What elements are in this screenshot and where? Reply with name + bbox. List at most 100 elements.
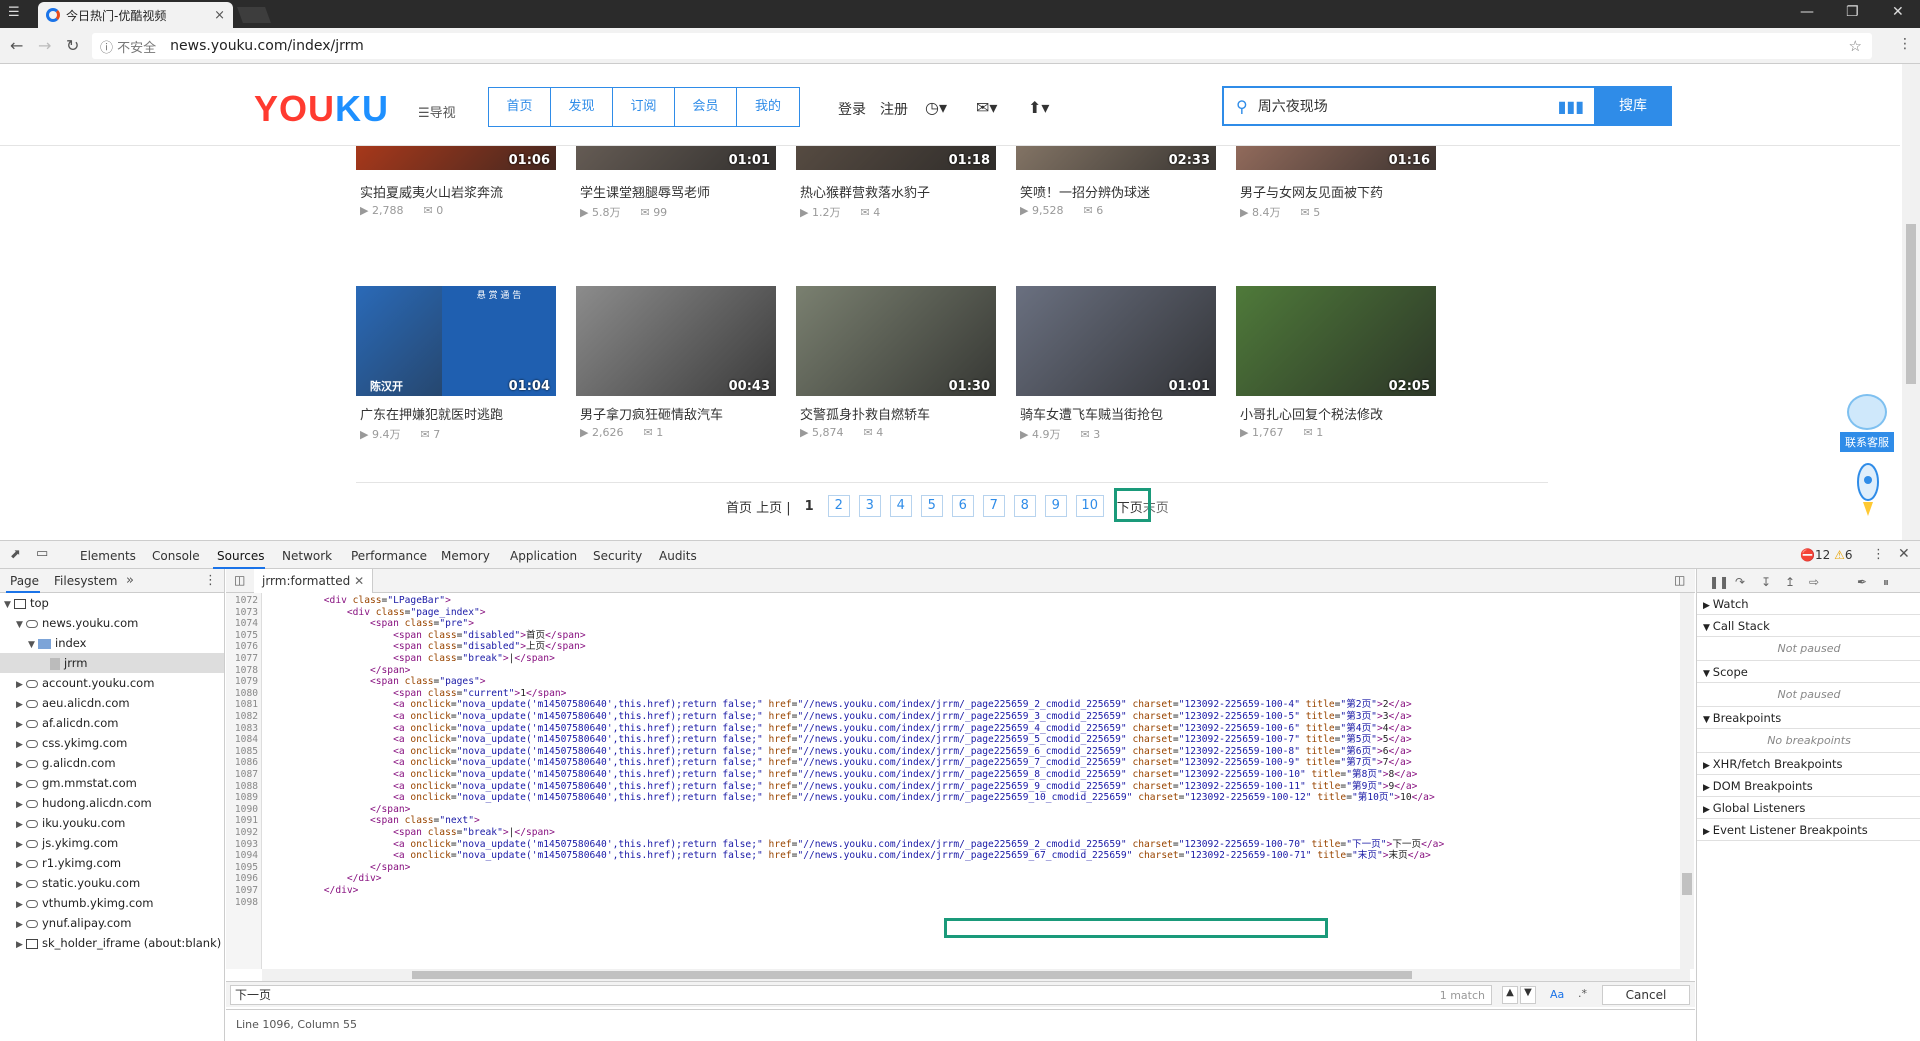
video-thumbnail[interactable]: 01:01 xyxy=(1016,286,1216,396)
match-case-button[interactable]: Aa xyxy=(1550,988,1564,1001)
page-scrollbar-thumb[interactable] xyxy=(1906,224,1916,384)
debugger-section-call-stack[interactable]: ▼ Call Stack xyxy=(1697,615,1920,637)
guide-menu-button[interactable]: ☰导视 xyxy=(418,102,456,121)
device-toggle-icon[interactable]: ▭ xyxy=(36,546,48,561)
debugger-section-watch[interactable]: ▶ Watch xyxy=(1697,593,1920,615)
page-link[interactable]: 5 xyxy=(920,495,943,517)
voice-bars-icon[interactable]: ▮▮▮ xyxy=(1558,97,1584,116)
video-title[interactable]: 热心猴群营救落水豹子 xyxy=(800,182,930,201)
navigator-menu-icon[interactable]: ⋮ xyxy=(204,573,217,588)
search-box[interactable]: ⚲ 周六夜现场 ▮▮▮ xyxy=(1222,86,1594,126)
video-title[interactable]: 男子拿刀疯狂砸情敌汽车 xyxy=(580,404,723,423)
collapsed-arrow-icon[interactable]: ▶ xyxy=(16,815,26,835)
tab-close-icon[interactable]: × xyxy=(214,8,225,23)
search-input[interactable]: 周六夜现场 xyxy=(1258,96,1328,116)
tree-item[interactable]: ▶ aeu.alicdn.com xyxy=(0,693,130,713)
tree-item[interactable]: ▶ css.ykimg.com xyxy=(0,733,127,753)
tree-item[interactable]: ▶ af.alicdn.com xyxy=(0,713,118,733)
video-title[interactable]: 笑喷！一招分辨伪球迷 xyxy=(1020,182,1150,201)
devtools-tab-audits[interactable]: Audits xyxy=(659,549,697,563)
pause-icon[interactable]: ❚❚ xyxy=(1709,575,1729,589)
nav-tab[interactable]: 首页 xyxy=(489,88,551,126)
step-over-icon[interactable]: ↷ xyxy=(1735,575,1745,589)
collapsed-arrow-icon[interactable]: ▶ xyxy=(16,835,26,855)
collapsed-arrow-icon[interactable]: ▶ xyxy=(16,735,26,755)
tree-item[interactable]: ▶ ynuf.alipay.com xyxy=(0,913,131,933)
browser-menu-icon[interactable]: ☰ xyxy=(8,5,20,20)
close-window-icon[interactable]: ✕ xyxy=(1892,4,1904,20)
debugger-section-dom-breakpoints[interactable]: ▶ DOM Breakpoints xyxy=(1697,775,1920,797)
expanded-arrow-icon[interactable]: ▼ xyxy=(4,595,14,615)
page-link[interactable]: 6 xyxy=(951,495,974,517)
reload-icon[interactable]: ↻ xyxy=(66,36,79,55)
video-thumbnail[interactable]: 悬 赏 通 告陈汉开 01:04 xyxy=(356,286,556,396)
video-title[interactable]: 男子与女网友见面被下药 xyxy=(1240,182,1383,201)
tree-item[interactable]: ▶ iku.youku.com xyxy=(0,813,125,833)
video-thumbnail[interactable]: 01:30 xyxy=(796,286,996,396)
browser-tab[interactable]: 今日热门-优酷视频 × xyxy=(38,2,233,28)
error-count[interactable]: ⛔12 ⚠6 xyxy=(1800,548,1852,562)
find-next-button[interactable]: ▼ xyxy=(1520,986,1536,1004)
collapsed-arrow-icon[interactable]: ▶ xyxy=(16,875,26,895)
tree-item[interactable]: ▶ sk_holder_iframe (about:blank) xyxy=(0,933,221,953)
step-out-icon[interactable]: ↥ xyxy=(1785,575,1795,589)
step-into-icon[interactable]: ↧ xyxy=(1761,575,1771,589)
page-link[interactable]: 2 xyxy=(827,495,850,517)
devtools-tab-security[interactable]: Security xyxy=(593,549,642,563)
register-link[interactable]: 注册 xyxy=(880,99,908,119)
deactivate-breakpoints-icon[interactable]: ✒ xyxy=(1857,575,1867,589)
devtools-close-icon[interactable]: ✕ xyxy=(1898,546,1910,562)
editor-vscroll-thumb[interactable] xyxy=(1682,873,1692,895)
video-title[interactable]: 交警孤身扑救自燃轿车 xyxy=(800,404,930,423)
find-prev-button[interactable]: ▲ xyxy=(1502,986,1518,1004)
new-tab-button[interactable] xyxy=(237,7,271,23)
tree-item[interactable]: ▼ index xyxy=(0,633,86,653)
video-title[interactable]: 小哥扎心回复个税法修改 xyxy=(1240,404,1383,423)
regex-button[interactable]: .* xyxy=(1578,987,1587,1000)
video-thumbnail[interactable]: 02:05 xyxy=(1236,286,1436,396)
nav-tab[interactable]: 发现 xyxy=(551,88,613,126)
debugger-section-scope[interactable]: ▼ Scope xyxy=(1697,661,1920,683)
tree-item[interactable]: ▶ g.alicdn.com xyxy=(0,753,116,773)
page-link[interactable]: 4 xyxy=(889,495,912,517)
tree-item[interactable]: ▶ static.youku.com xyxy=(0,873,140,893)
devtools-tab-network[interactable]: Network xyxy=(282,549,332,563)
bookmark-star-icon[interactable]: ☆ xyxy=(1849,37,1862,55)
video-thumbnail[interactable]: 00:43 xyxy=(576,286,776,396)
message-mail-icon[interactable]: ✉▾ xyxy=(976,98,997,117)
url-field[interactable]: ⓘ 不安全 news.youku.com/index/jrrm ☆ xyxy=(92,33,1872,59)
back-to-top-rocket-icon[interactable] xyxy=(1854,462,1882,516)
page-link[interactable]: 3 xyxy=(858,495,881,517)
page-link[interactable]: 10 xyxy=(1075,495,1104,517)
collapsed-arrow-icon[interactable]: ▶ xyxy=(16,855,26,875)
editor-hscroll-thumb[interactable] xyxy=(412,971,1412,979)
more-tabs-icon[interactable]: » xyxy=(126,573,134,588)
collapsed-arrow-icon[interactable]: ▶ xyxy=(16,695,26,715)
pause-on-exceptions-icon[interactable]: ⏸ xyxy=(1883,575,1889,590)
tree-item[interactable]: ▼ top xyxy=(0,593,49,613)
devtools-tab-elements[interactable]: Elements xyxy=(80,549,136,563)
tree-item[interactable]: jrrm xyxy=(0,653,224,673)
devtools-tab-console[interactable]: Console xyxy=(152,549,200,563)
video-title[interactable]: 广东在押嫌犯就医时逃跑 xyxy=(360,404,503,423)
minimize-icon[interactable]: — xyxy=(1800,4,1814,20)
page-link[interactable]: 8 xyxy=(1013,495,1036,517)
nav-tab[interactable]: 我的 xyxy=(737,88,799,126)
devtools-tab-performance[interactable]: Performance xyxy=(351,549,427,563)
nav-tab[interactable]: 订阅 xyxy=(613,88,675,126)
page-scrollbar[interactable] xyxy=(1902,64,1920,540)
devtools-tab-application[interactable]: Application xyxy=(510,549,577,563)
debugger-section-breakpoints[interactable]: ▼ Breakpoints xyxy=(1697,707,1920,729)
devtools-tab-memory[interactable]: Memory xyxy=(441,549,490,563)
page-link[interactable]: 9 xyxy=(1044,495,1067,517)
info-icon[interactable]: ⓘ 不安全 xyxy=(100,37,156,56)
file-tab[interactable]: jrrm:formatted ✕ xyxy=(254,569,374,593)
tree-item[interactable]: ▼ news.youku.com xyxy=(0,613,138,633)
login-link[interactable]: 登录 xyxy=(838,99,866,119)
forward-icon[interactable]: → xyxy=(38,36,51,55)
collapsed-arrow-icon[interactable]: ▶ xyxy=(16,915,26,935)
video-title[interactable]: 实拍夏威夷火山岩浆奔流 xyxy=(360,182,503,201)
restore-icon[interactable]: ❐ xyxy=(1846,4,1859,20)
tree-item[interactable]: ▶ vthumb.ykimg.com xyxy=(0,893,153,913)
step-icon[interactable]: ⇨ xyxy=(1809,575,1819,589)
